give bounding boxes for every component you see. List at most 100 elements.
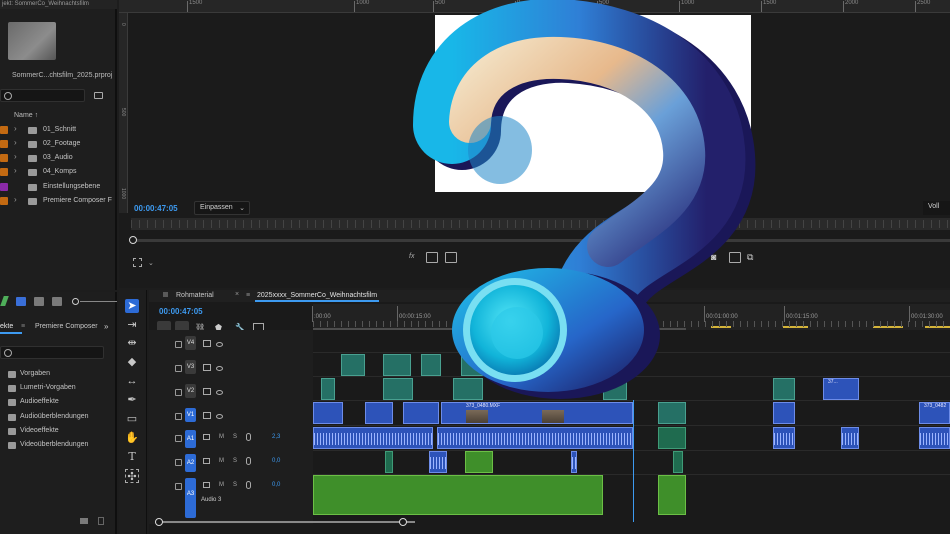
mark-out-icon[interactable] xyxy=(445,252,457,263)
pen-tool-icon[interactable]: ✒ xyxy=(125,393,139,407)
track-select-tool-icon[interactable]: ⇥ xyxy=(125,318,139,332)
scrollbar-left-handle[interactable] xyxy=(155,518,163,526)
video-clip[interactable] xyxy=(603,378,627,400)
track-target-toggle[interactable]: A1 xyxy=(185,430,196,448)
razor-tool-icon[interactable]: ◆ xyxy=(125,355,139,369)
video-clip[interactable] xyxy=(658,402,686,424)
chevron-down-icon[interactable]: ⌄ xyxy=(148,259,154,267)
label-color-swatch[interactable] xyxy=(0,154,8,162)
effects-folder-item[interactable]: Audioeffekte xyxy=(0,395,117,409)
solo-button[interactable]: S xyxy=(233,434,237,440)
audio-clip[interactable] xyxy=(437,427,633,449)
safe-margins-icon[interactable] xyxy=(133,258,142,267)
video-clip[interactable] xyxy=(773,378,795,400)
mark-in-icon[interactable] xyxy=(426,252,438,263)
track-volume[interactable]: 0,0 xyxy=(272,482,280,488)
fit-dropdown[interactable]: Einpassen ⌄ xyxy=(194,201,250,215)
tab-premiere-composer[interactable]: Premiere Composer xyxy=(35,323,98,330)
generative-extend-tool-icon[interactable]: ✣ xyxy=(125,469,139,483)
label-color-swatch[interactable] xyxy=(0,126,8,134)
panel-overflow-icon[interactable]: » xyxy=(104,322,108,331)
project-panel-tab[interactable]: jekt: SommerCo_Weihnachtsfilm xyxy=(0,0,117,9)
scrollbar-right-handle[interactable] xyxy=(399,518,407,526)
eye-icon[interactable] xyxy=(216,390,223,395)
audio-clip[interactable] xyxy=(773,427,795,449)
sync-lock-icon[interactable] xyxy=(203,340,211,347)
freeform-view-icon[interactable] xyxy=(52,297,62,306)
track-target-toggle[interactable]: V3 xyxy=(185,360,196,374)
audio-clip[interactable] xyxy=(673,451,683,473)
video-clip[interactable] xyxy=(313,402,343,424)
audio-clip[interactable] xyxy=(658,475,686,515)
new-bin-icon[interactable] xyxy=(80,518,88,524)
bin-item[interactable]: › 02_Footage xyxy=(0,137,117,151)
list-view-icon[interactable] xyxy=(16,297,26,306)
timeline-timecode[interactable]: 00:00:47:05 xyxy=(159,307,203,316)
audio-clip[interactable] xyxy=(658,427,686,449)
track-target-toggle[interactable]: A2 xyxy=(185,454,196,472)
video-clip[interactable]: 373_0482 xyxy=(919,402,950,424)
video-clip[interactable] xyxy=(365,402,393,424)
video-clip[interactable] xyxy=(341,354,365,376)
mute-button[interactable]: M xyxy=(219,434,224,440)
effects-search-input[interactable] xyxy=(0,346,104,359)
bin-item[interactable]: › 03_Audio xyxy=(0,151,117,165)
eye-icon[interactable] xyxy=(216,414,223,419)
tab-menu-icon[interactable]: ≡ xyxy=(21,323,25,330)
slip-tool-icon[interactable]: ↔ xyxy=(125,374,139,388)
solo-button[interactable]: S xyxy=(233,458,237,464)
comparison-view-icon[interactable]: ⧉ xyxy=(747,252,759,263)
hand-tool-icon[interactable]: ✋ xyxy=(125,431,139,445)
mute-button[interactable]: M xyxy=(219,458,224,464)
icon-view-icon[interactable] xyxy=(34,297,44,306)
chevron-right-icon[interactable]: › xyxy=(14,138,17,147)
audio-track-header[interactable]: A3 M S 0,0 Audio 3 xyxy=(149,475,313,521)
zoom-slider-track[interactable] xyxy=(80,301,117,302)
chevron-right-icon[interactable]: › xyxy=(14,152,17,161)
audio-clip[interactable] xyxy=(841,427,859,449)
microphone-icon[interactable] xyxy=(246,481,251,489)
track-volume[interactable]: 2,3 xyxy=(272,434,280,440)
label-color-swatch[interactable] xyxy=(0,197,8,205)
audio-clip[interactable] xyxy=(429,451,447,473)
audio-clip[interactable] xyxy=(313,475,603,515)
track-target-toggle[interactable]: A3 xyxy=(185,478,196,518)
scrollbar-track[interactable] xyxy=(155,521,415,523)
timeline-playhead[interactable] xyxy=(633,400,634,522)
chevron-right-icon[interactable]: › xyxy=(14,166,17,175)
lock-icon[interactable] xyxy=(175,365,182,372)
sync-lock-icon[interactable] xyxy=(203,458,210,464)
eye-icon[interactable] xyxy=(216,342,223,347)
video-track-header[interactable]: V3 xyxy=(149,360,313,381)
ripple-edit-tool-icon[interactable]: ⇹ xyxy=(125,336,139,350)
quality-dropdown[interactable]: Voll xyxy=(923,201,950,215)
tab-sequence[interactable]: 2025xxxx_SommerCo_Weihnachtsfilm xyxy=(257,292,377,299)
camera-icon[interactable]: ◙ xyxy=(711,252,723,263)
video-clip[interactable] xyxy=(321,378,335,400)
lock-icon[interactable] xyxy=(175,341,182,348)
microphone-icon[interactable] xyxy=(246,457,251,465)
video-frame[interactable] xyxy=(435,15,751,192)
extract-icon[interactable]: ⛁ xyxy=(675,252,687,263)
tab-rohmaterial[interactable]: Rohmaterial xyxy=(176,292,214,299)
bin-item[interactable]: › 01_Schnitt xyxy=(0,123,117,137)
audio-track-header[interactable]: A2 M S 0,0 xyxy=(149,451,313,473)
track-area[interactable]: 37... 373_0480.MXF 373_0482 xyxy=(313,330,950,524)
sync-lock-icon[interactable] xyxy=(203,388,211,395)
track-target-toggle[interactable]: V4 xyxy=(185,336,196,350)
solo-button[interactable]: S xyxy=(233,482,237,488)
bin-item[interactable]: › 04_Komps xyxy=(0,165,117,179)
sync-lock-icon[interactable] xyxy=(203,412,211,419)
label-color-swatch[interactable] xyxy=(0,140,8,148)
name-column-header[interactable]: Name ↑ xyxy=(14,112,38,119)
video-clip[interactable] xyxy=(773,402,795,424)
mute-button[interactable]: M xyxy=(219,482,224,488)
track-target-toggle[interactable]: V1 xyxy=(185,408,196,422)
video-clip[interactable] xyxy=(403,402,439,424)
monitor-zoom-bar[interactable] xyxy=(132,239,950,242)
pencil-icon[interactable] xyxy=(0,296,9,306)
track-target-toggle[interactable]: V2 xyxy=(185,384,196,398)
timeline-scrollbar[interactable] xyxy=(155,518,950,526)
video-clip[interactable]: 373_0480.MXF xyxy=(441,402,633,424)
video-track-header[interactable]: V2 xyxy=(149,384,313,405)
